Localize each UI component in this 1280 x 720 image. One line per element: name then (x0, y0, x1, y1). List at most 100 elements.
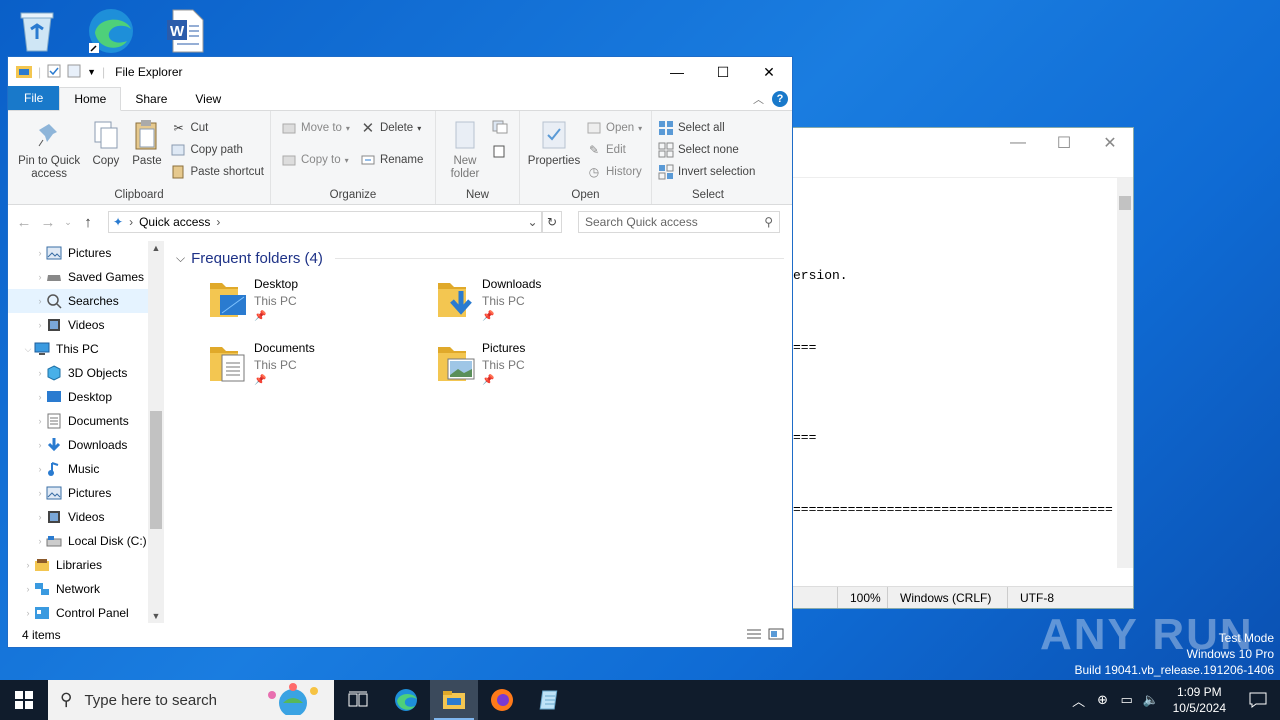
minimize-button[interactable]: — (654, 57, 700, 87)
breadcrumb-quick-access[interactable]: Quick access (139, 215, 210, 229)
file-explorer-taskbar-icon[interactable] (430, 680, 478, 720)
close-icon[interactable]: ✕ (1087, 133, 1133, 153)
taskbar-search-input[interactable]: ⚲ Type here to search (48, 680, 334, 720)
notepad-window[interactable]: — ☐ ✕ ersion. === === =====================… (760, 127, 1134, 609)
address-dropdown-icon[interactable]: ⌄ (523, 215, 541, 229)
folder-tile-downloads[interactable]: Downloads This PC 📌 (436, 277, 664, 327)
nav-item-downloads[interactable]: › Downloads (8, 433, 148, 457)
tab-file[interactable]: File (8, 86, 60, 110)
notepad-scrollbar[interactable] (1117, 178, 1133, 568)
chevron-up-icon[interactable]: ︿ (1067, 691, 1091, 710)
scroll-up-icon[interactable]: ▲ (148, 243, 164, 253)
firefox-taskbar-icon[interactable] (478, 680, 526, 720)
paste-shortcut-button[interactable]: Paste shortcut (170, 163, 264, 181)
word-document-icon[interactable]: W (160, 6, 210, 56)
chevron-right-icon[interactable]: › (34, 296, 46, 306)
chevron-right-icon[interactable]: › (34, 272, 46, 282)
nav-item-network[interactable]: › Network (8, 577, 148, 601)
select-all-button[interactable]: Select all (658, 119, 755, 137)
large-icons-view-icon[interactable] (768, 628, 784, 643)
minimize-icon[interactable]: — (995, 134, 1041, 152)
forward-arrow-icon[interactable]: → (40, 214, 56, 231)
chevron-right-icon[interactable]: › (22, 608, 34, 618)
edge-taskbar-icon[interactable] (382, 680, 430, 720)
nav-item-pictures[interactable]: › Pictures (8, 241, 148, 265)
chevron-right-icon[interactable]: › (34, 392, 46, 402)
collapse-ribbon-icon[interactable]: ︿ (753, 91, 764, 107)
usb-device-icon[interactable]: ⊕ (1091, 692, 1115, 708)
tab-view[interactable]: View (181, 88, 235, 110)
notification-icon[interactable] (1236, 692, 1280, 708)
nav-item-music[interactable]: › Music (8, 457, 148, 481)
chevron-right-icon[interactable]: › (34, 488, 46, 498)
notepad-taskbar-icon[interactable] (526, 680, 574, 720)
nav-item-desktop[interactable]: › Desktop (8, 385, 148, 409)
nav-item-pictures[interactable]: › Pictures (8, 481, 148, 505)
chevron-right-icon[interactable]: › (22, 560, 34, 570)
folder-tile-documents[interactable]: Documents This PC 📌 (208, 341, 436, 391)
chevron-right-icon[interactable]: › (34, 512, 46, 522)
scroll-thumb[interactable] (1119, 196, 1131, 210)
folder-tile-desktop[interactable]: Desktop This PC 📌 (208, 277, 436, 327)
history-button[interactable]: ◷ History (586, 163, 642, 181)
invert-selection-button[interactable]: Invert selection (658, 163, 755, 181)
file-explorer-window[interactable]: | ▼ | File Explorer — ☐ ✕ File Home Shar… (7, 56, 793, 648)
chevron-right-icon[interactable]: › (34, 320, 46, 330)
frequent-folders-header[interactable]: ⌵ Frequent folders (4) (176, 247, 784, 269)
move-to-button[interactable]: Move to ▾ (281, 119, 350, 137)
rename-button[interactable]: Rename (360, 151, 423, 169)
tab-share[interactable]: Share (121, 88, 181, 110)
cut-button[interactable]: ✂ Cut (170, 119, 264, 137)
details-view-icon[interactable] (746, 628, 762, 643)
chevron-right-icon[interactable]: › (34, 248, 46, 258)
task-view-icon[interactable] (334, 680, 382, 720)
scroll-down-icon[interactable]: ▼ (148, 611, 164, 621)
nav-scrollbar[interactable]: ▲ ▼ (148, 241, 164, 623)
search-input[interactable]: Search Quick access ⚲ (578, 211, 780, 233)
clock[interactable]: 1:09 PM 10/5/2024 (1163, 684, 1236, 716)
network-tray-icon[interactable]: ▭ (1115, 692, 1139, 708)
help-icon[interactable]: ? (772, 91, 788, 107)
back-arrow-icon[interactable]: ← (16, 214, 32, 231)
nav-item-libraries[interactable]: › Libraries (8, 553, 148, 577)
recycle-bin-icon[interactable] (12, 6, 62, 56)
new-folder-qat-icon[interactable] (67, 64, 81, 81)
notepad-text[interactable]: ersion. === === ===========================… (793, 178, 1113, 568)
chevron-right-icon[interactable]: › (34, 416, 46, 426)
chevron-right-icon[interactable]: › (34, 440, 46, 450)
nav-item-this-pc[interactable]: ⌵ This PC (8, 337, 148, 361)
volume-icon[interactable]: 🔈 (1139, 692, 1163, 708)
copy-to-button[interactable]: Copy to ▾ (281, 151, 350, 169)
delete-button[interactable]: ✕ Delete ▾ (360, 119, 423, 137)
new-item-icon[interactable] (492, 119, 508, 135)
select-none-button[interactable]: Select none (658, 141, 755, 159)
start-button[interactable] (0, 680, 48, 720)
address-bar[interactable]: ✦ › Quick access › ⌄ (108, 211, 542, 233)
edit-button[interactable]: ✎ Edit (586, 141, 642, 159)
copy-path-button[interactable]: Copy path (170, 141, 264, 159)
maximize-button[interactable]: ☐ (700, 57, 746, 87)
nav-item-videos[interactable]: › Videos (8, 505, 148, 529)
nav-item-control-panel[interactable]: › Control Panel (8, 601, 148, 623)
nav-item-videos[interactable]: › Videos (8, 313, 148, 337)
chevron-right-icon[interactable]: › (34, 536, 46, 546)
refresh-icon[interactable]: ↻ (542, 211, 562, 233)
up-arrow-icon[interactable]: ↑ (80, 214, 96, 231)
chevron-right-icon[interactable]: › (34, 368, 46, 378)
nav-item-3d-objects[interactable]: › 3D Objects (8, 361, 148, 385)
nav-item-documents[interactable]: › Documents (8, 409, 148, 433)
chevron-right-icon[interactable]: › (22, 584, 34, 594)
properties-qat-icon[interactable] (47, 64, 61, 81)
nav-item-local-disk-c[interactable]: › Local Disk (C:) (8, 529, 148, 553)
open-button[interactable]: Open ▾ (586, 119, 642, 137)
chevron-down-icon[interactable]: ⌵ (22, 344, 34, 355)
nav-item-saved-games[interactable]: › Saved Games (8, 265, 148, 289)
recent-locations-icon[interactable]: ⌄ (64, 217, 72, 228)
tab-home[interactable]: Home (59, 87, 122, 111)
edge-shortcut-icon[interactable] (86, 6, 136, 56)
easy-access-icon[interactable] (492, 143, 508, 159)
close-button[interactable]: ✕ (746, 57, 792, 87)
maximize-icon[interactable]: ☐ (1041, 133, 1087, 153)
qat-dropdown-icon[interactable]: ▼ (87, 67, 96, 77)
nav-item-searches[interactable]: › Searches (8, 289, 148, 313)
